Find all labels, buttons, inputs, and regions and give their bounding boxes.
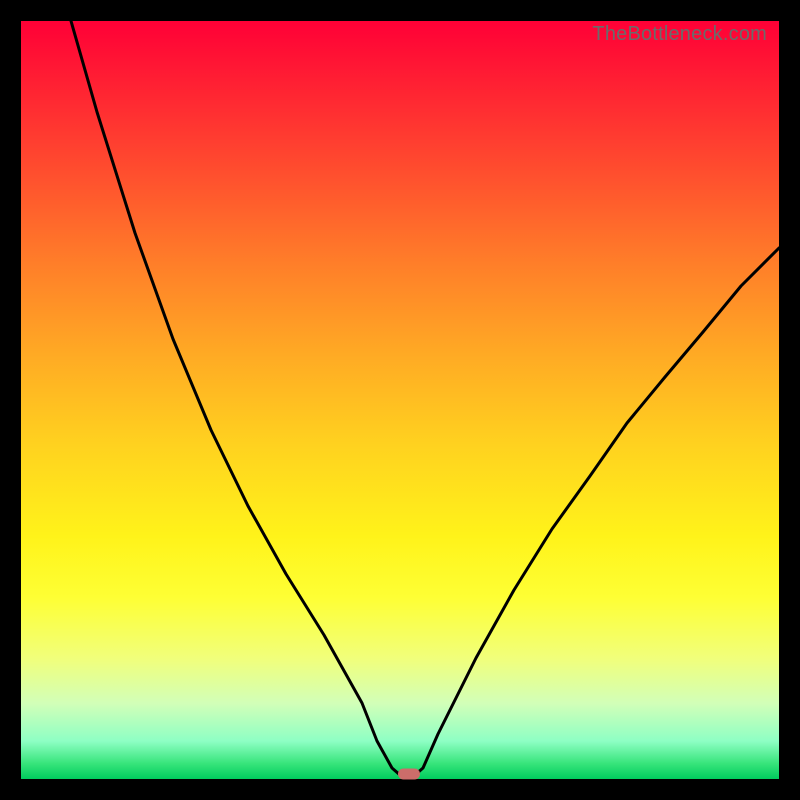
bottleneck-curve (71, 21, 779, 775)
min-marker (398, 769, 420, 780)
chart-frame: TheBottleneck.com (0, 0, 800, 800)
plot-area: TheBottleneck.com (21, 21, 779, 779)
curve-svg (21, 21, 779, 779)
